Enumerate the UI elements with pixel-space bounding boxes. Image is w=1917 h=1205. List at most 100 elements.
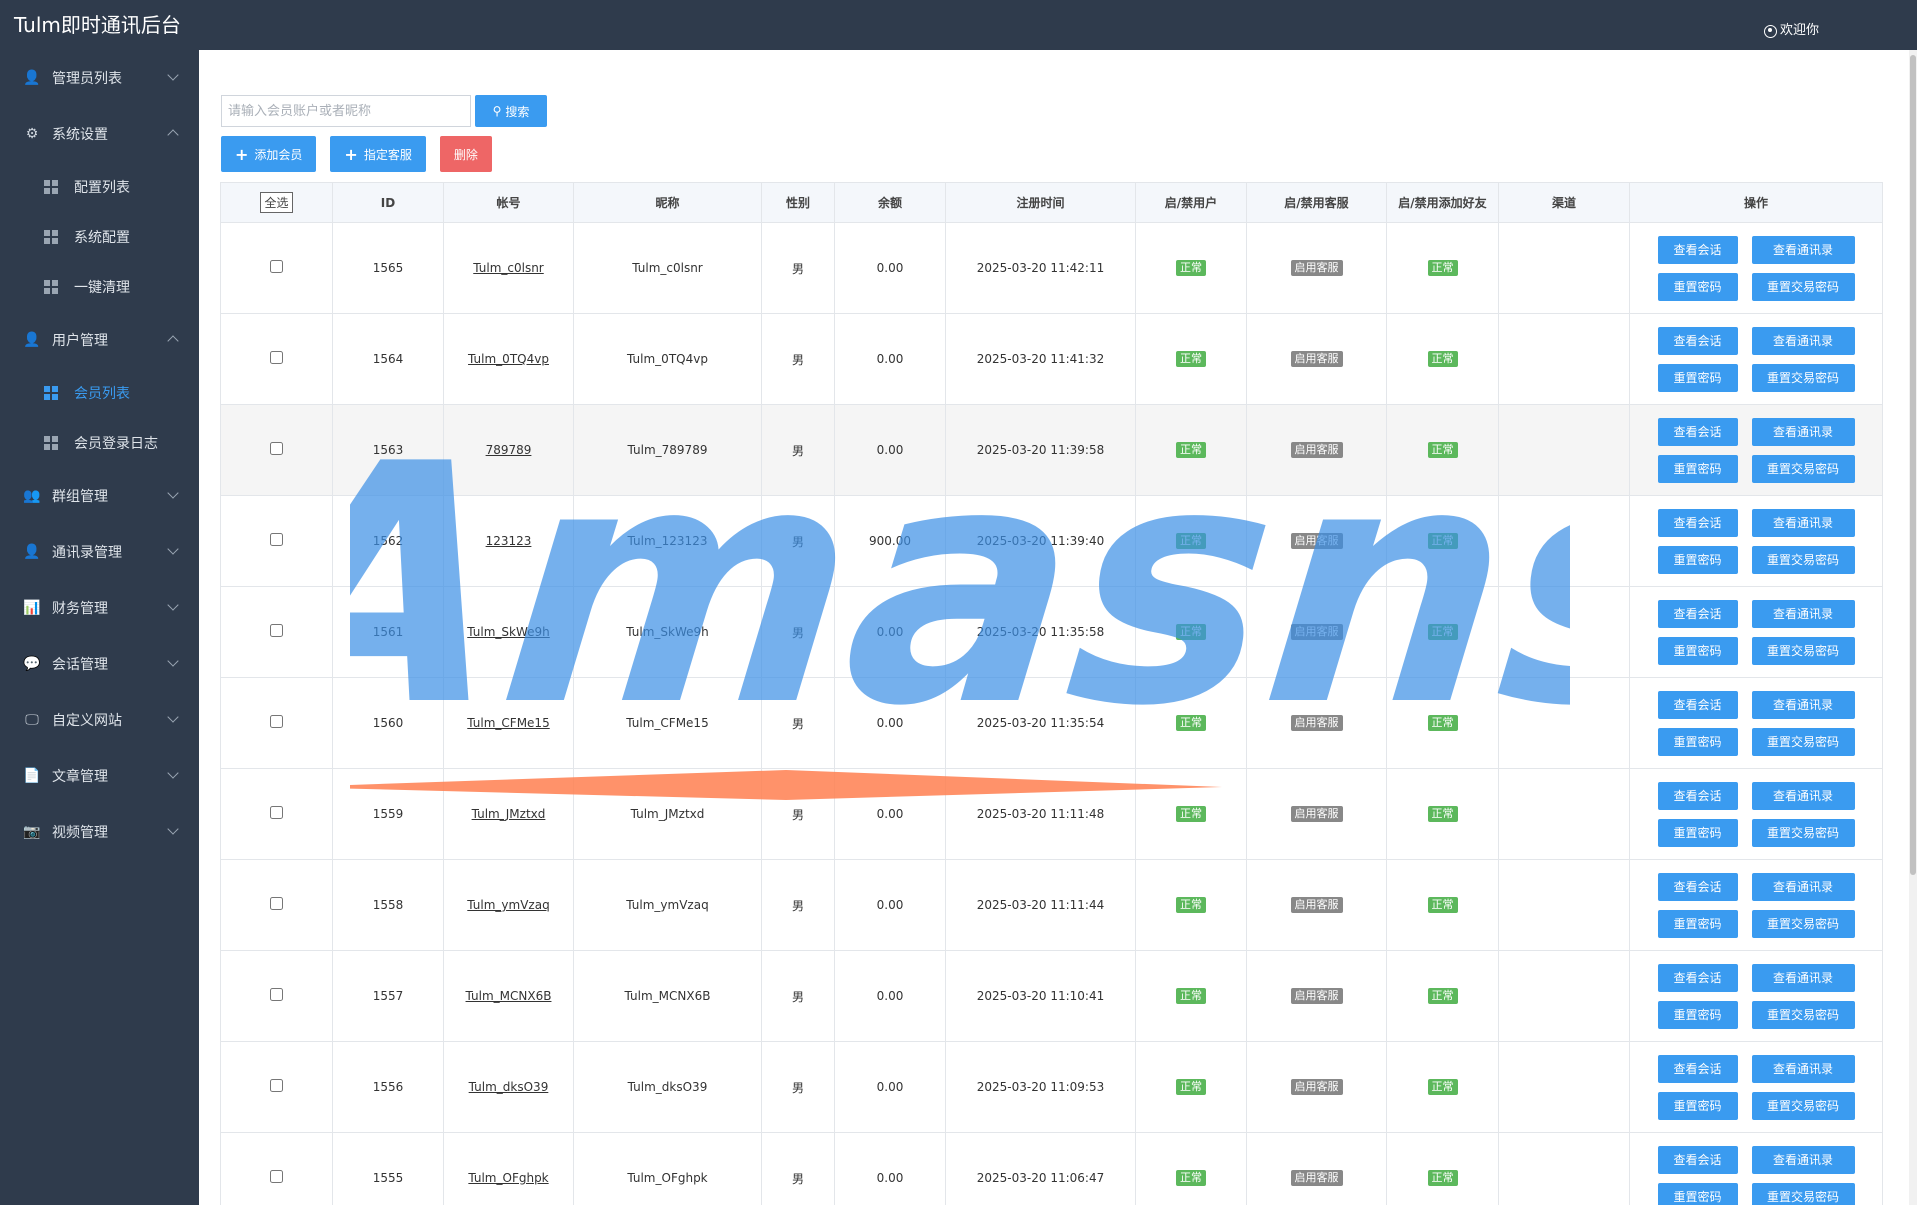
- reset-password-button[interactable]: 重置密码: [1657, 363, 1738, 392]
- search-input[interactable]: [221, 95, 471, 127]
- reset-trade-password-button[interactable]: 重置交易密码: [1751, 363, 1855, 392]
- friend-status-toggle[interactable]: 正常: [1427, 1170, 1458, 1186]
- view-contacts-button[interactable]: 查看通讯录: [1751, 690, 1855, 719]
- view-chat-button[interactable]: 查看会话: [1657, 872, 1738, 901]
- view-chat-button[interactable]: 查看会话: [1657, 1054, 1738, 1083]
- view-chat-button[interactable]: 查看会话: [1657, 417, 1738, 446]
- row-checkbox[interactable]: [270, 1170, 283, 1183]
- account-link[interactable]: Tulm_JMztxd: [472, 807, 546, 821]
- sidebar-item[interactable]: 👥 群组管理: [0, 468, 199, 524]
- row-checkbox[interactable]: [270, 351, 283, 364]
- user-status-toggle[interactable]: 正常: [1176, 715, 1206, 731]
- view-contacts-button[interactable]: 查看通讯录: [1751, 1145, 1855, 1174]
- friend-status-toggle[interactable]: 正常: [1427, 715, 1458, 731]
- service-status-toggle[interactable]: 启用客服: [1290, 533, 1343, 549]
- row-checkbox[interactable]: [270, 624, 283, 637]
- view-contacts-button[interactable]: 查看通讯录: [1751, 781, 1855, 810]
- friend-status-toggle[interactable]: 正常: [1427, 897, 1458, 913]
- service-status-toggle[interactable]: 启用客服: [1290, 260, 1343, 276]
- view-chat-button[interactable]: 查看会话: [1657, 508, 1738, 537]
- assign-service-button[interactable]: + 指定客服: [330, 136, 426, 172]
- user-status-toggle[interactable]: 正常: [1176, 897, 1206, 913]
- search-button[interactable]: ⚲ 搜索: [475, 95, 547, 127]
- view-chat-button[interactable]: 查看会话: [1657, 235, 1738, 264]
- delete-button[interactable]: 删除: [439, 136, 492, 172]
- sidebar-subitem[interactable]: 配置列表: [0, 162, 199, 212]
- user-status-toggle[interactable]: 正常: [1176, 442, 1206, 458]
- row-checkbox[interactable]: [270, 1079, 283, 1092]
- view-chat-button[interactable]: 查看会话: [1657, 1145, 1738, 1174]
- sidebar-subitem[interactable]: 会员列表: [0, 368, 199, 418]
- account-link[interactable]: Tulm_SkWe9h: [467, 625, 550, 639]
- friend-status-toggle[interactable]: 正常: [1427, 442, 1458, 458]
- reset-trade-password-button[interactable]: 重置交易密码: [1751, 818, 1855, 847]
- reset-trade-password-button[interactable]: 重置交易密码: [1751, 454, 1855, 483]
- reset-password-button[interactable]: 重置密码: [1657, 545, 1738, 574]
- sidebar-item[interactable]: 🖵 自定义网站: [0, 692, 199, 748]
- view-contacts-button[interactable]: 查看通讯录: [1751, 1054, 1855, 1083]
- reset-trade-password-button[interactable]: 重置交易密码: [1751, 545, 1855, 574]
- reset-password-button[interactable]: 重置密码: [1657, 1182, 1738, 1205]
- account-link[interactable]: Tulm_ymVzaq: [467, 898, 549, 912]
- reset-password-button[interactable]: 重置密码: [1657, 1091, 1738, 1120]
- scrollbar-thumb[interactable]: [1910, 55, 1916, 875]
- view-contacts-button[interactable]: 查看通讯录: [1751, 599, 1855, 628]
- account-link[interactable]: Tulm_c0lsnr: [473, 261, 544, 275]
- service-status-toggle[interactable]: 启用客服: [1290, 715, 1343, 731]
- reset-password-button[interactable]: 重置密码: [1657, 1000, 1738, 1029]
- sidebar-subitem[interactable]: 系统配置: [0, 212, 199, 262]
- service-status-toggle[interactable]: 启用客服: [1290, 897, 1343, 913]
- reset-password-button[interactable]: 重置密码: [1657, 272, 1738, 301]
- view-contacts-button[interactable]: 查看通讯录: [1751, 963, 1855, 992]
- view-chat-button[interactable]: 查看会话: [1657, 690, 1738, 719]
- row-checkbox[interactable]: [270, 260, 283, 273]
- sidebar-item[interactable]: 📷 视频管理: [0, 804, 199, 860]
- view-chat-button[interactable]: 查看会话: [1657, 326, 1738, 355]
- add-member-button[interactable]: + 添加会员: [221, 136, 317, 172]
- account-link[interactable]: 123123: [486, 534, 532, 548]
- account-link[interactable]: Tulm_OFghpk: [468, 1171, 548, 1185]
- service-status-toggle[interactable]: 启用客服: [1290, 624, 1343, 640]
- reset-password-button[interactable]: 重置密码: [1657, 909, 1738, 938]
- row-checkbox[interactable]: [270, 715, 283, 728]
- view-contacts-button[interactable]: 查看通讯录: [1751, 872, 1855, 901]
- account-link[interactable]: Tulm_0TQ4vp: [468, 352, 549, 366]
- sidebar-item[interactable]: 👤 通讯录管理: [0, 524, 199, 580]
- reset-trade-password-button[interactable]: 重置交易密码: [1751, 272, 1855, 301]
- service-status-toggle[interactable]: 启用客服: [1290, 988, 1343, 1004]
- reset-password-button[interactable]: 重置密码: [1657, 818, 1738, 847]
- friend-status-toggle[interactable]: 正常: [1427, 624, 1458, 640]
- sidebar-item[interactable]: 💬 会话管理: [0, 636, 199, 692]
- friend-status-toggle[interactable]: 正常: [1427, 533, 1458, 549]
- user-status-toggle[interactable]: 正常: [1176, 260, 1206, 276]
- service-status-toggle[interactable]: 启用客服: [1290, 1079, 1343, 1095]
- sidebar-subitem[interactable]: 会员登录日志: [0, 418, 199, 468]
- sidebar-item[interactable]: 📄 文章管理: [0, 748, 199, 804]
- account-link[interactable]: 789789: [486, 443, 532, 457]
- row-checkbox[interactable]: [270, 533, 283, 546]
- sidebar-item[interactable]: ⚙ 系统设置: [0, 106, 199, 162]
- user-status-toggle[interactable]: 正常: [1176, 533, 1206, 549]
- friend-status-toggle[interactable]: 正常: [1427, 260, 1458, 276]
- view-chat-button[interactable]: 查看会话: [1657, 963, 1738, 992]
- view-contacts-button[interactable]: 查看通讯录: [1751, 508, 1855, 537]
- account-link[interactable]: Tulm_MCNX6B: [466, 989, 552, 1003]
- view-chat-button[interactable]: 查看会话: [1657, 781, 1738, 810]
- reset-trade-password-button[interactable]: 重置交易密码: [1751, 1182, 1855, 1205]
- row-checkbox[interactable]: [270, 442, 283, 455]
- user-status-toggle[interactable]: 正常: [1176, 624, 1206, 640]
- row-checkbox[interactable]: [270, 988, 283, 1001]
- user-status-toggle[interactable]: 正常: [1176, 1170, 1206, 1186]
- service-status-toggle[interactable]: 启用客服: [1290, 351, 1343, 367]
- reset-trade-password-button[interactable]: 重置交易密码: [1751, 727, 1855, 756]
- reset-trade-password-button[interactable]: 重置交易密码: [1751, 1091, 1855, 1120]
- reset-password-button[interactable]: 重置密码: [1657, 454, 1738, 483]
- user-status-toggle[interactable]: 正常: [1176, 351, 1206, 367]
- friend-status-toggle[interactable]: 正常: [1427, 806, 1458, 822]
- user-status-toggle[interactable]: 正常: [1176, 1079, 1206, 1095]
- welcome-menu[interactable]: 欢迎你: [1763, 22, 1819, 40]
- view-contacts-button[interactable]: 查看通讯录: [1751, 235, 1855, 264]
- sidebar-item[interactable]: 👤 用户管理: [0, 312, 199, 368]
- row-checkbox[interactable]: [270, 897, 283, 910]
- reset-password-button[interactable]: 重置密码: [1657, 636, 1738, 665]
